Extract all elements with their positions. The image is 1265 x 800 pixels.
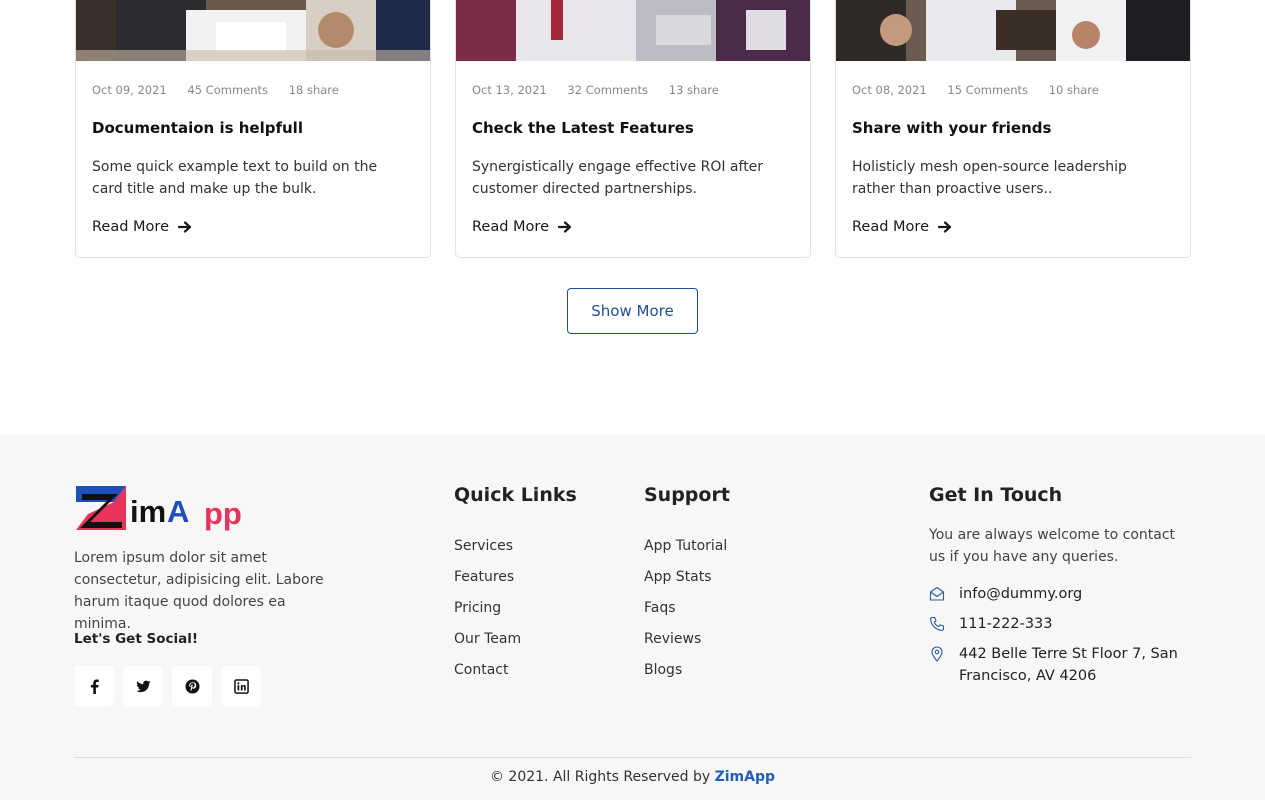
footer-link-reviews[interactable]: Reviews bbox=[644, 624, 727, 655]
footer-link-features[interactable]: Features bbox=[454, 562, 521, 593]
blog-card: Oct 08, 2021 15 Comments 10 share Share … bbox=[835, 0, 1191, 258]
read-more-label: Read More bbox=[852, 219, 929, 235]
card-text: Some quick example text to build on the … bbox=[92, 159, 378, 197]
card-date: Oct 09, 2021 bbox=[92, 83, 167, 97]
linkedin-link[interactable] bbox=[221, 666, 261, 706]
copyright: © 2021. All Rights Reserved by ZimApp bbox=[0, 769, 1265, 785]
zimapp-logo[interactable]: im A pp bbox=[74, 484, 256, 532]
read-more-link[interactable]: Read More bbox=[852, 219, 952, 235]
read-more-label: Read More bbox=[472, 219, 549, 235]
arrow-right-icon bbox=[558, 221, 572, 233]
card-text: Synergistically engage effective ROI aft… bbox=[472, 159, 764, 197]
facebook-icon bbox=[90, 678, 99, 694]
card-meta: Oct 08, 2021 15 Comments 10 share bbox=[852, 83, 1116, 97]
card-date: Oct 08, 2021 bbox=[852, 83, 927, 97]
card-comments: 15 Comments bbox=[947, 83, 1029, 97]
blog-card-image[interactable] bbox=[456, 0, 810, 61]
envelope-icon bbox=[929, 586, 945, 601]
support-title: Support bbox=[644, 484, 730, 506]
map-pin-icon bbox=[931, 646, 943, 662]
social-links bbox=[74, 666, 261, 706]
card-title[interactable]: Documentaion is helpfull bbox=[92, 119, 303, 137]
contact-phone-text: 111-222-333 bbox=[959, 616, 1053, 632]
footer-link-our-team[interactable]: Our Team bbox=[454, 624, 521, 655]
logo-text-pp: pp bbox=[204, 496, 242, 531]
footer-link-services[interactable]: Services bbox=[454, 531, 521, 562]
card-shares: 10 share bbox=[1048, 83, 1099, 97]
card-title[interactable]: Share with your friends bbox=[852, 119, 1051, 137]
read-more-label: Read More bbox=[92, 219, 169, 235]
blog-card: Oct 09, 2021 45 Comments 18 share Docume… bbox=[75, 0, 431, 258]
contact-email[interactable]: info@dummy.org bbox=[929, 583, 1082, 605]
card-meta: Oct 09, 2021 45 Comments 18 share bbox=[92, 83, 356, 97]
card-text: Holisticly mesh open-source leadership r… bbox=[852, 159, 1127, 197]
facebook-link[interactable] bbox=[74, 666, 114, 706]
card-shares: 13 share bbox=[668, 83, 719, 97]
pinterest-link[interactable] bbox=[172, 666, 212, 706]
logo-text-a: A bbox=[167, 494, 189, 529]
footer-link-faqs[interactable]: Faqs bbox=[644, 593, 727, 624]
blog-card-image[interactable] bbox=[836, 0, 1190, 61]
pinterest-icon bbox=[184, 678, 200, 694]
card-title[interactable]: Check the Latest Features bbox=[472, 119, 694, 137]
contact-address-text: 442 Belle Terre St Floor 7, San Francisc… bbox=[959, 646, 1178, 684]
card-shares: 18 share bbox=[288, 83, 339, 97]
twitter-icon bbox=[135, 680, 151, 692]
arrow-right-icon bbox=[938, 221, 952, 233]
quick-links-title: Quick Links bbox=[454, 484, 577, 506]
linkedin-icon bbox=[233, 678, 249, 694]
support-links-list: App Tutorial App Stats Faqs Reviews Blog… bbox=[644, 531, 727, 686]
logo-text-im: im bbox=[130, 494, 166, 529]
blog-card-image[interactable] bbox=[76, 0, 430, 61]
quick-links-list: Services Features Pricing Our Team Conta… bbox=[454, 531, 521, 686]
social-title: Let's Get Social! bbox=[74, 631, 198, 647]
twitter-link[interactable] bbox=[123, 666, 163, 706]
card-meta: Oct 13, 2021 32 Comments 13 share bbox=[472, 83, 736, 97]
footer-link-pricing[interactable]: Pricing bbox=[454, 593, 521, 624]
card-comments: 32 Comments bbox=[567, 83, 649, 97]
show-more-button[interactable]: Show More bbox=[567, 288, 698, 334]
contact-address[interactable]: 442 Belle Terre St Floor 7, San Francisc… bbox=[929, 643, 1191, 687]
card-comments: 45 Comments bbox=[187, 83, 269, 97]
footer-link-app-tutorial[interactable]: App Tutorial bbox=[644, 531, 727, 562]
footer-link-blogs[interactable]: Blogs bbox=[644, 655, 727, 686]
read-more-link[interactable]: Read More bbox=[92, 219, 192, 235]
footer-link-app-stats[interactable]: App Stats bbox=[644, 562, 727, 593]
blog-cards: Oct 09, 2021 45 Comments 18 share Docume… bbox=[75, 0, 1191, 258]
contact-email-text: info@dummy.org bbox=[959, 586, 1083, 602]
footer-divider bbox=[74, 757, 1191, 758]
arrow-right-icon bbox=[178, 221, 192, 233]
contact-title: Get In Touch bbox=[929, 484, 1063, 506]
footer-about-text: Lorem ipsum dolor sit amet consectetur, … bbox=[74, 550, 324, 632]
contact-phone[interactable]: 111-222-333 bbox=[929, 613, 1053, 635]
copyright-text: © 2021. All Rights Reserved by bbox=[489, 769, 715, 785]
phone-icon bbox=[930, 616, 945, 631]
footer: im A pp Lorem ipsum dolor sit amet conse… bbox=[0, 434, 1265, 800]
blog-card: Oct 13, 2021 32 Comments 13 share Check … bbox=[455, 0, 811, 258]
card-date: Oct 13, 2021 bbox=[472, 83, 547, 97]
read-more-link[interactable]: Read More bbox=[472, 219, 572, 235]
copyright-brand-link[interactable]: ZimApp bbox=[715, 769, 775, 785]
footer-link-contact[interactable]: Contact bbox=[454, 655, 521, 686]
contact-intro-text: You are always welcome to contact us if … bbox=[929, 527, 1176, 565]
